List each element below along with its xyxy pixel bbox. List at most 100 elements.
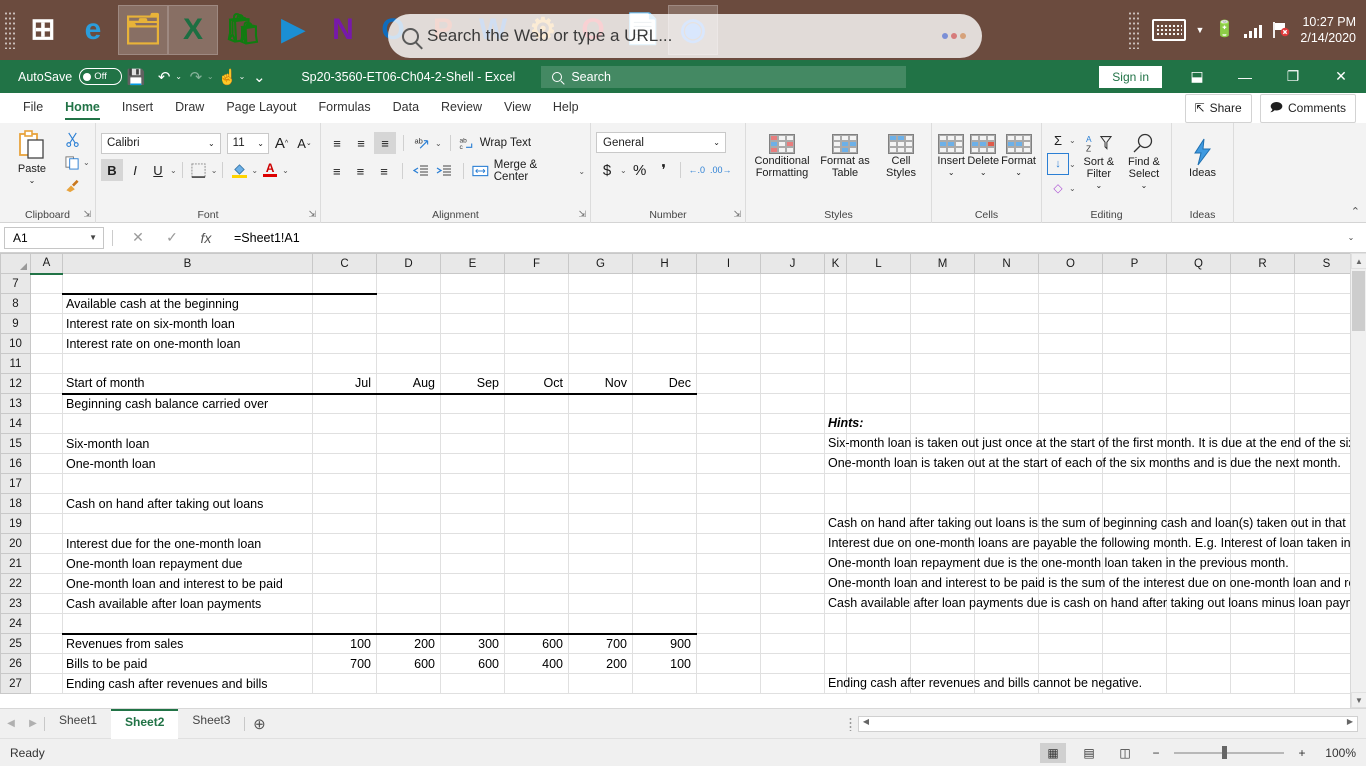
cell-D21[interactable] [376, 553, 441, 574]
cell-J25[interactable] [760, 633, 825, 654]
cell-Q18[interactable] [1166, 493, 1231, 514]
cell-J21[interactable] [760, 553, 825, 574]
autosum-button[interactable]: Σ [1047, 129, 1069, 151]
clipboard-dialog-launcher-icon[interactable]: ⇲ [83, 209, 91, 220]
cell-A8[interactable] [30, 293, 63, 314]
copy-dropdown-icon[interactable]: ⌄ [83, 158, 90, 167]
cell-D22[interactable] [376, 573, 441, 594]
undo-dropdown-icon[interactable]: ⌄ [175, 72, 182, 81]
cell-C25[interactable]: 100 [312, 632, 377, 654]
cell-K12[interactable] [824, 373, 847, 394]
cell-E26[interactable]: 600 [440, 653, 505, 674]
column-header-P[interactable]: P [1102, 253, 1167, 274]
action-center-flag-icon[interactable] [1272, 21, 1290, 39]
cell-I16[interactable] [696, 453, 761, 474]
cell-K15[interactable]: Six-month loan is taken out just once at… [824, 433, 1366, 454]
column-header-F[interactable]: F [504, 253, 569, 274]
row-header-23[interactable]: 23 [0, 593, 31, 614]
cell-E19[interactable] [440, 513, 505, 534]
battery-icon[interactable]: 🔋 [1214, 22, 1234, 38]
cell-E20[interactable] [440, 533, 505, 554]
cell-M9[interactable] [910, 313, 975, 334]
chevron-down-icon[interactable]: ▼ [89, 233, 97, 242]
cell-B15[interactable]: Six-month loan [62, 433, 313, 454]
cell-I18[interactable] [696, 493, 761, 514]
cell-N25[interactable] [974, 633, 1039, 654]
row-header-12[interactable]: 12 [0, 373, 31, 394]
ribbon-tab-home[interactable]: Home [54, 96, 111, 120]
cell-L11[interactable] [846, 353, 911, 374]
cell-C9[interactable] [312, 313, 377, 334]
cell-D17[interactable] [376, 473, 441, 494]
cell-C11[interactable] [312, 353, 377, 374]
number-format-select[interactable]: General ⌄ [596, 132, 726, 153]
close-button[interactable]: ✕ [1318, 60, 1364, 93]
redo-dropdown-icon[interactable]: ⌄ [207, 72, 214, 81]
cell-C20[interactable] [312, 533, 377, 554]
orientation-dropdown-icon[interactable]: ⌄ [435, 139, 442, 148]
cell-G24[interactable] [568, 613, 633, 634]
cell-Q8[interactable] [1166, 293, 1231, 314]
cell-E17[interactable] [440, 473, 505, 494]
cell-P11[interactable] [1102, 353, 1167, 374]
row-header-8[interactable]: 8 [0, 293, 31, 314]
cell-A13[interactable] [30, 393, 63, 414]
cell-E11[interactable] [440, 353, 505, 374]
column-header-G[interactable]: G [568, 253, 633, 274]
cell-P25[interactable] [1102, 633, 1167, 654]
cell-B20[interactable]: Interest due for the one-month loan [62, 533, 313, 554]
cell-E13[interactable] [440, 392, 505, 414]
cell-I10[interactable] [696, 333, 761, 354]
touch-mode-button[interactable]: ☝ [214, 64, 242, 90]
cell-D9[interactable] [376, 313, 441, 334]
cell-F13[interactable] [504, 392, 569, 414]
cell-B10[interactable]: Interest rate on one-month loan [62, 333, 313, 354]
copy-button[interactable] [61, 151, 83, 173]
cell-L13[interactable] [846, 393, 911, 414]
cell-B11[interactable] [62, 353, 313, 374]
cell-F11[interactable] [504, 353, 569, 374]
zoom-in-button[interactable]: + [1294, 746, 1310, 760]
column-header-E[interactable]: E [440, 253, 505, 274]
cell-F21[interactable] [504, 553, 569, 574]
horizontal-scrollbar[interactable]: ◀ ▶ [858, 715, 1358, 732]
cell-H22[interactable] [632, 573, 697, 594]
cell-S8[interactable] [1294, 293, 1359, 314]
cell-I14[interactable] [696, 413, 761, 434]
cell-J13[interactable] [760, 393, 825, 414]
cell-B19[interactable] [62, 513, 313, 534]
cell-J9[interactable] [760, 313, 825, 334]
scroll-left-button[interactable]: ◀ [859, 717, 873, 726]
cell-F23[interactable] [504, 593, 569, 614]
cell-K22[interactable]: One-month loan and interest to be paid i… [824, 573, 1366, 594]
cell-O26[interactable] [1038, 653, 1103, 674]
cell-Q14[interactable] [1166, 413, 1231, 434]
cell-Q26[interactable] [1166, 653, 1231, 674]
cell-G9[interactable] [568, 313, 633, 334]
column-header-D[interactable]: D [376, 253, 441, 274]
italic-button[interactable]: I [124, 159, 146, 181]
cell-F14[interactable] [504, 413, 569, 434]
redo-button[interactable]: ↷ [182, 64, 210, 90]
cell-B13[interactable]: Beginning cash balance carried over [62, 392, 313, 414]
tray-grip[interactable] [1127, 11, 1140, 49]
cell-C15[interactable] [312, 433, 377, 454]
cell-E23[interactable] [440, 593, 505, 614]
align-bottom-button[interactable]: ≡ [374, 132, 396, 154]
cell-I8[interactable] [696, 293, 761, 314]
cell-C13[interactable] [312, 392, 377, 414]
cell-F24[interactable] [504, 613, 569, 634]
column-header-H[interactable]: H [632, 253, 697, 274]
cell-K7[interactable] [824, 273, 847, 294]
cell-B26[interactable]: Bills to be paid [62, 653, 313, 674]
column-header-N[interactable]: N [974, 253, 1039, 274]
cell-K23[interactable]: Cash available after loan payments due i… [824, 593, 1366, 614]
paste-dropdown-icon[interactable]: ⌄ [29, 176, 36, 185]
cell-N12[interactable] [974, 373, 1039, 394]
increase-decimal-button[interactable]: ←.0 [686, 159, 708, 181]
zoom-out-button[interactable]: − [1148, 746, 1164, 760]
cell-D19[interactable] [376, 513, 441, 534]
ribbon-tab-formulas[interactable]: Formulas [308, 96, 382, 120]
cell-K13[interactable] [824, 393, 847, 414]
cell-C23[interactable] [312, 593, 377, 614]
